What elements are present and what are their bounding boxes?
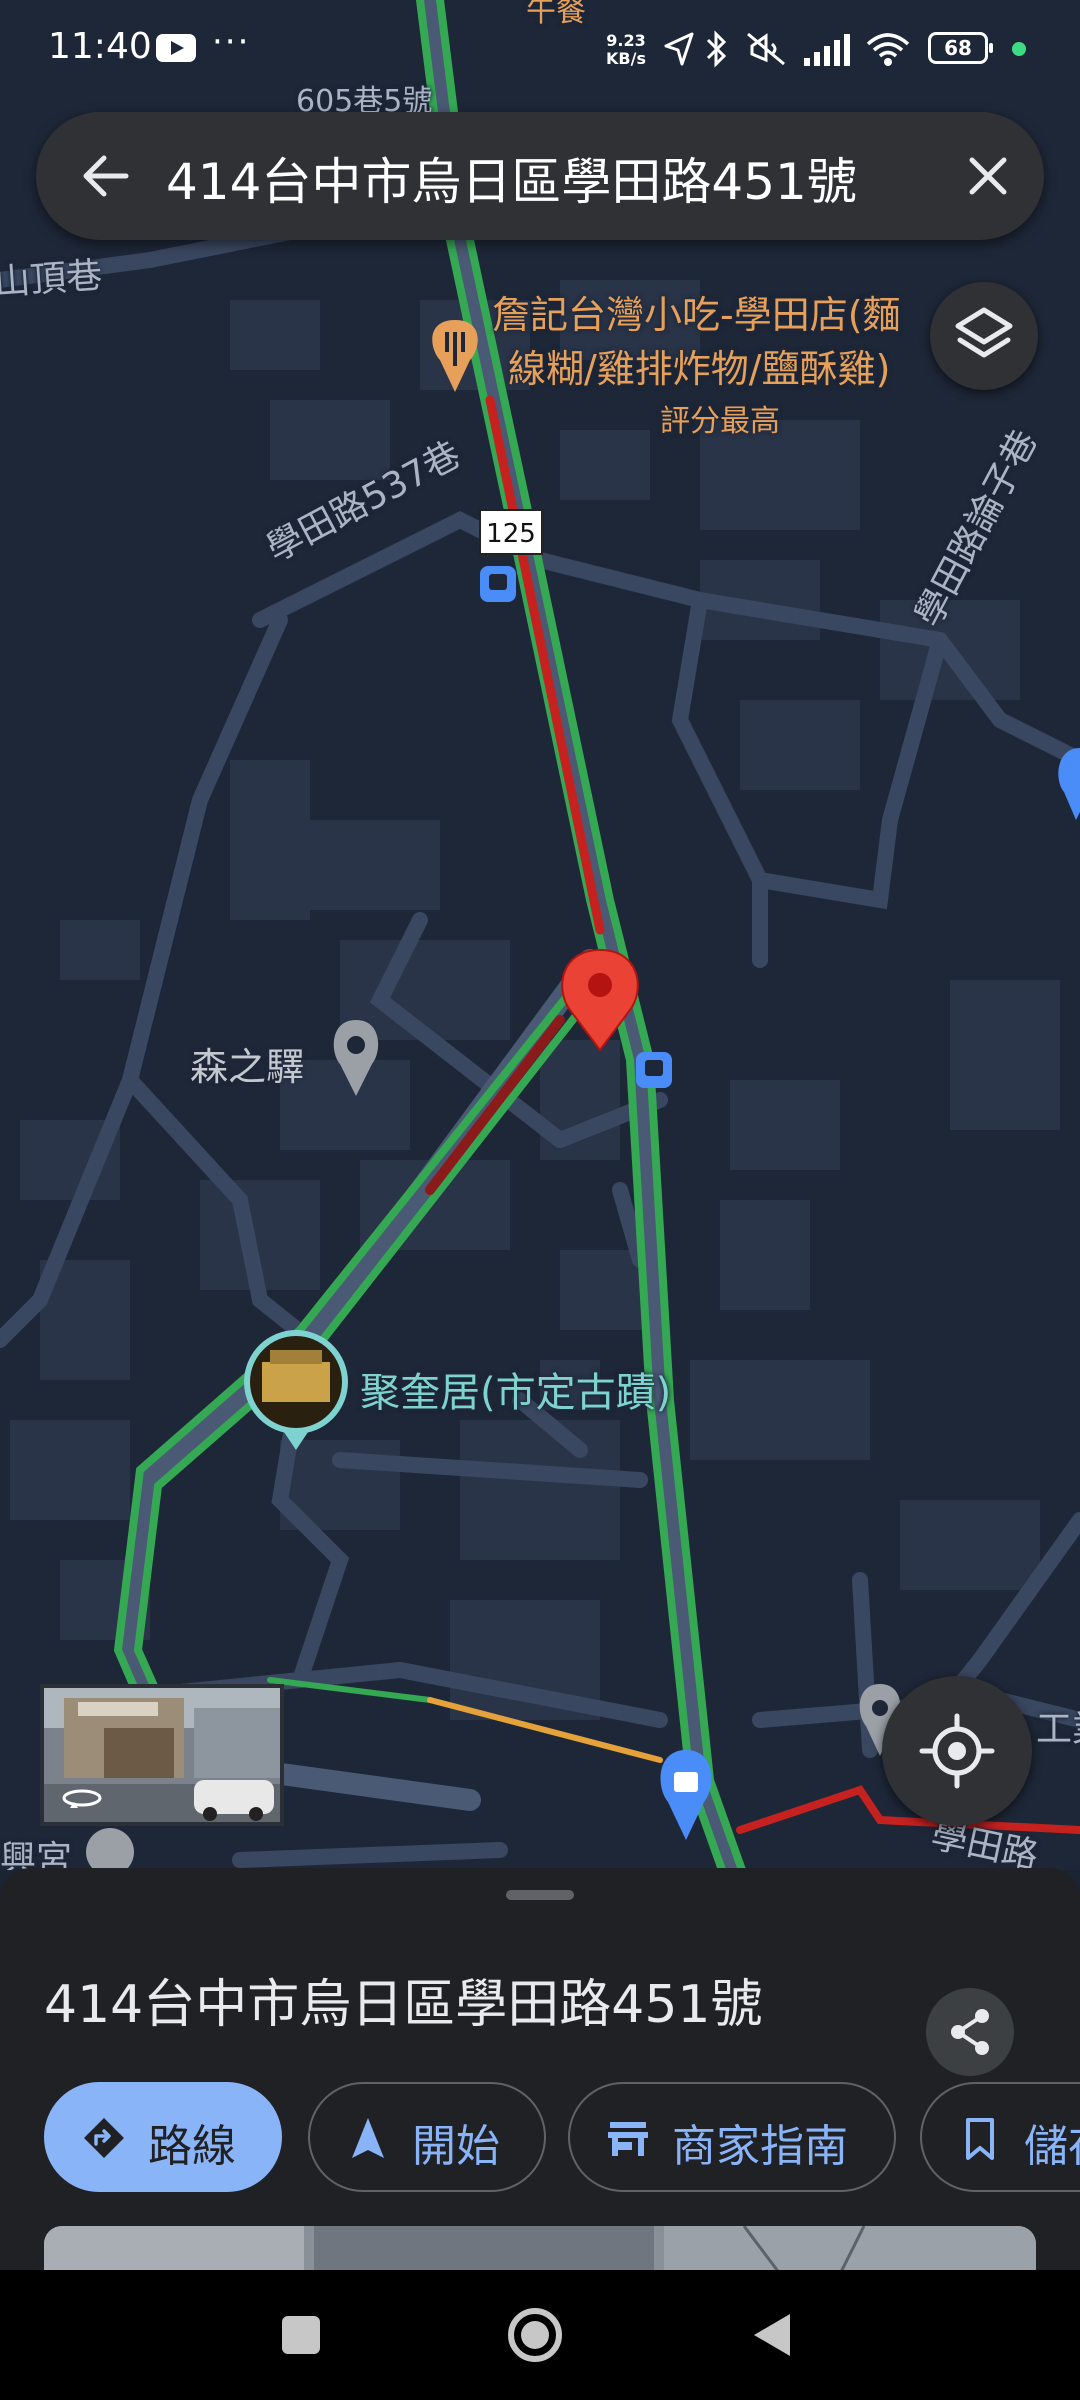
status-bar: 11:40 ··· 9.23 KB/s 68 (0, 0, 1080, 100)
battery-indicator: 68 (928, 32, 993, 64)
save-button[interactable]: 儲存 (920, 2082, 1080, 2192)
directory-label: 商家指南 (672, 2121, 848, 2172)
bookmark-icon (966, 2118, 994, 2160)
start-navigation-button[interactable]: 開始 (308, 2082, 546, 2192)
system-navigation-bar (0, 2270, 1080, 2400)
restaurant-badge: 評分最高 (660, 404, 780, 439)
directions-icon (84, 2118, 124, 2158)
recents-button[interactable] (266, 2300, 336, 2370)
heritage-photo-marker[interactable] (244, 1330, 348, 1450)
bus-stop-icon[interactable] (636, 1052, 672, 1088)
share-button[interactable] (926, 1988, 1014, 2076)
location-icon (664, 32, 694, 66)
restaurant-name-line2[interactable]: 線糊/雞排炸物/鹽酥雞) (508, 338, 890, 393)
my-location-icon (919, 1713, 995, 1789)
360-view-icon (62, 1789, 102, 1808)
bus-stop-icon[interactable] (480, 566, 516, 602)
bluetooth-icon (706, 30, 727, 68)
signal-icon (804, 34, 850, 66)
place-label-heritage[interactable]: 聚奎居(市定古蹟) (360, 1360, 671, 1418)
privacy-indicator-dot (1012, 42, 1026, 56)
layers-button[interactable] (930, 282, 1038, 390)
my-location-button[interactable] (882, 1676, 1032, 1826)
search-bar[interactable]: 414台中市烏日區學田路451號 (36, 112, 1044, 240)
youtube-icon (156, 34, 196, 62)
start-label: 開始 (412, 2121, 500, 2172)
directions-label: 路線 (148, 2121, 236, 2172)
network-speed-value: 9.23 (606, 31, 646, 50)
street-label: 興宮 (0, 1839, 73, 1870)
share-icon (951, 2009, 989, 2055)
restaurant-name-line1[interactable]: 詹記台灣小吃-學田店(麵 (492, 284, 901, 339)
network-speed: 9.23 KB/s (606, 32, 646, 68)
place-label-senzhiyi[interactable]: 森之驛 (190, 1036, 304, 1091)
business-directory-button[interactable]: 商家指南 (568, 2082, 896, 2192)
place-title: 414台中市烏日區學田路451號 (44, 1975, 763, 2035)
search-query[interactable]: 414台中市烏日區學田路451號 (166, 142, 857, 214)
street-view-thumbnail[interactable] (40, 1684, 284, 1826)
directions-button[interactable]: 路線 (44, 2082, 282, 2192)
map-canvas[interactable]: 125 (0, 0, 1080, 1870)
wifi-icon (866, 33, 910, 66)
mute-icon (747, 32, 785, 66)
layers-icon (955, 307, 1013, 358)
arrow-left-icon[interactable] (76, 146, 136, 206)
network-speed-unit: KB/s (606, 49, 646, 68)
store-icon (608, 2122, 648, 2156)
save-label: 儲存 (1024, 2121, 1080, 2172)
temple-icon[interactable] (86, 1828, 134, 1870)
close-icon[interactable] (958, 146, 1018, 206)
home-button[interactable] (500, 2300, 570, 2370)
street-label: 山頂巷 (0, 255, 104, 304)
street-label: 工業 (1036, 1709, 1080, 1750)
svg-text:125: 125 (486, 519, 536, 549)
back-button[interactable] (738, 2300, 808, 2370)
navigation-arrow-icon (352, 2118, 384, 2158)
map-buildings (10, 280, 1060, 1720)
route-shield: 125 (479, 509, 543, 555)
map-view[interactable]: 125 605巷5號 午餐 山頂巷 學田路537巷 學田路論子巷 學田路 工 興… (0, 0, 1080, 1870)
place-photo[interactable] (44, 2226, 1036, 2270)
drag-handle[interactable] (506, 1890, 574, 1900)
clock: 11:40 (48, 26, 152, 67)
place-bottom-sheet[interactable]: 414台中市烏日區學田路451號 路線 開始 商家指南 儲 (0, 1868, 1080, 2270)
more-notifications-icon: ··· (212, 22, 251, 62)
place-photo-image (44, 2226, 1036, 2270)
